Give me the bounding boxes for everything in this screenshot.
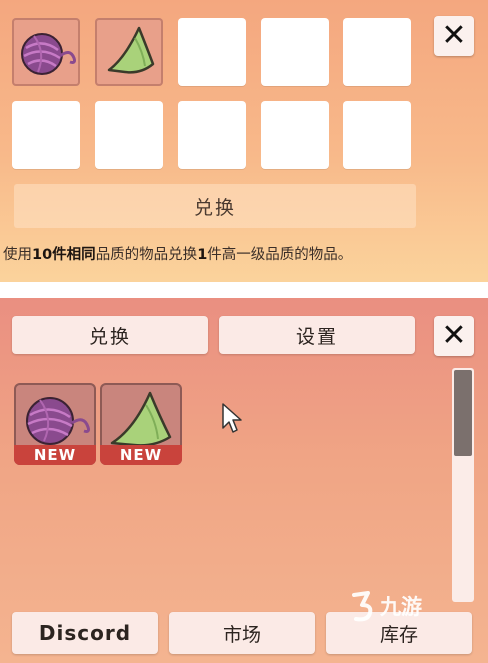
exchange-slot-5[interactable] — [343, 18, 411, 86]
exchange-slot-1[interactable] — [12, 18, 80, 86]
inventory-item-yarn[interactable]: NEW — [14, 383, 96, 465]
market-button[interactable]: 市场 — [169, 612, 315, 654]
discord-button-label: Discord — [38, 621, 132, 645]
inventory-close-button[interactable]: ✕ — [434, 316, 474, 356]
exchange-slot-9[interactable] — [261, 101, 329, 169]
watermark: 九游 — [348, 586, 422, 626]
green-hat-icon — [107, 26, 155, 74]
tab-settings[interactable]: 设置 — [219, 316, 415, 354]
yarn-ball-icon — [21, 33, 76, 75]
inventory-item-hat[interactable]: NEW — [100, 383, 182, 465]
exchange-slot-3[interactable] — [178, 18, 246, 86]
exchange-slot-2[interactable] — [95, 18, 163, 86]
watermark-text: 九游 — [380, 595, 422, 619]
market-button-label: 市场 — [222, 623, 261, 646]
panel-divider — [0, 282, 488, 298]
exchange-close-button[interactable]: ✕ — [434, 16, 474, 56]
tab-settings-label: 设置 — [295, 325, 338, 348]
jiuyou-logo-icon — [352, 591, 373, 622]
new-badge: NEW — [100, 445, 182, 465]
close-icon: ✕ — [441, 18, 467, 53]
exchange-slot-10[interactable] — [343, 101, 411, 169]
exchange-hint-text: 使用10件相同品质的物品兑换1件高一级品质的物品。 — [3, 247, 353, 263]
inventory-scrollbar[interactable] — [452, 368, 474, 602]
tab-exchange-label: 兑换 — [88, 325, 131, 348]
mouse-cursor-icon — [222, 403, 242, 433]
close-icon: ✕ — [441, 318, 467, 353]
exchange-slot-6[interactable] — [12, 101, 80, 169]
exchange-slot-7[interactable] — [95, 101, 163, 169]
exchange-panel: ✕ 兑换 使用10件相同品质的物品兑换1件高一级品质的物品。 — [0, 0, 488, 282]
exchange-slot-4[interactable] — [261, 18, 329, 86]
discord-button[interactable]: Discord — [12, 612, 158, 654]
tab-exchange[interactable]: 兑换 — [12, 316, 208, 354]
scrollbar-thumb[interactable] — [454, 370, 472, 456]
new-badge: NEW — [14, 445, 96, 465]
exchange-button[interactable]: 兑换 — [14, 184, 416, 228]
exchange-slot-8[interactable] — [178, 101, 246, 169]
exchange-button-label: 兑换 — [193, 196, 236, 219]
